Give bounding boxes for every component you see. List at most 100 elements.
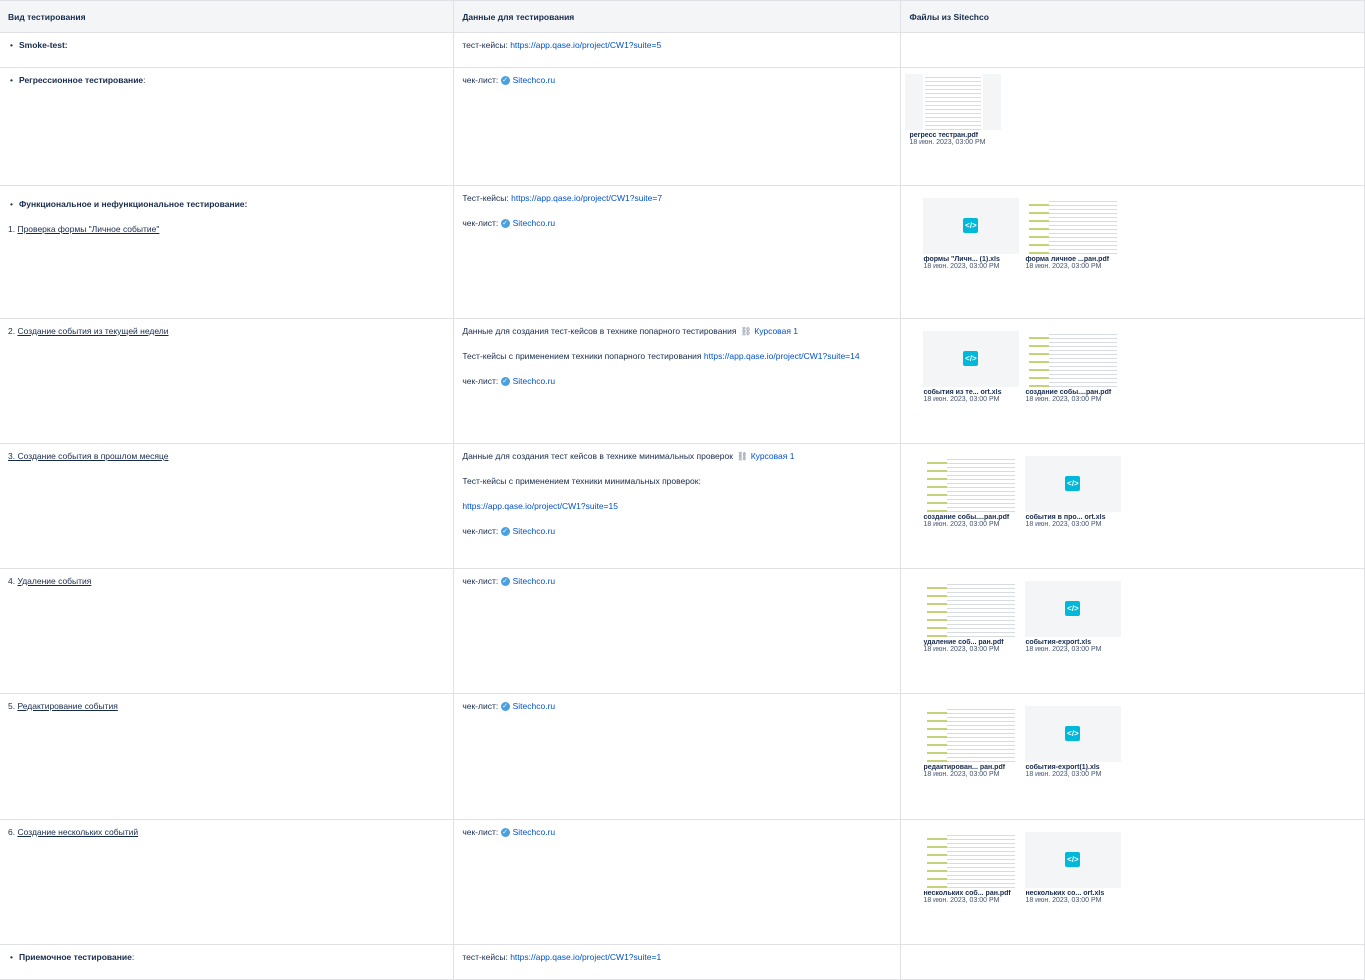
file-card-pdf[interactable]: редактирован... ран.pdf 18 июн. 2023, 03…: [923, 706, 1020, 778]
file-name: события-export.xls: [1025, 639, 1092, 646]
kursovaya-link[interactable]: Курсовая 1: [754, 326, 798, 336]
functional-tc-link[interactable]: https://app.qase.io/project/CW1?suite=7: [511, 193, 662, 203]
edit-item-link[interactable]: Редактирование события: [17, 701, 117, 711]
file-date: 18 июн. 2023, 03:00 PM: [1025, 263, 1102, 270]
table-row-edit: 5. Редактирование события чек-лист: ✓ Sit…: [0, 693, 1365, 820]
pdf-thumbnail: [923, 832, 1020, 888]
sitechco-link[interactable]: Sitechco.ru: [513, 218, 556, 228]
checkmark-badge-icon: ✓: [500, 828, 510, 838]
file-date: 18 июн. 2023, 03:00 PM: [1025, 521, 1102, 528]
table-row-regression: Регрессионное тестирование: чек-лист: ✓S…: [0, 67, 1365, 186]
month-tc-link[interactable]: https://app.qase.io/project/CW1?suite=15: [462, 501, 618, 511]
file-date: 18 июн. 2023, 03:00 PM: [923, 771, 1000, 778]
file-card-pdf[interactable]: нескольких соб... ран.pdf 18 июн. 2023, …: [923, 832, 1020, 904]
acceptance-link[interactable]: https://app.qase.io/project/CW1?suite=1: [510, 952, 661, 962]
code-file-icon: </>: [963, 351, 979, 366]
file-date: 18 июн. 2023, 03:00 PM: [1025, 396, 1102, 403]
checkmark-badge-icon: ✓: [500, 577, 510, 587]
many-item-link[interactable]: Создание нескольких событий: [17, 827, 138, 837]
sitechco-link[interactable]: Sitechco.ru: [513, 75, 556, 85]
week-item-link[interactable]: Создание события из текущей недели: [17, 326, 168, 336]
pdf-thumbnail: [1025, 198, 1122, 254]
file-card-xls[interactable]: </> нескольких со... ort.xls 18 июн. 202…: [1025, 832, 1122, 904]
file-date: 18 июн. 2023, 03:00 PM: [923, 646, 1000, 653]
file-card-xls[interactable]: </> события в про... ort.xls 18 июн. 202…: [1025, 456, 1122, 528]
file-card-xls[interactable]: </> события-export(1).xls 18 июн. 2023, …: [1025, 706, 1122, 778]
table-row-many: 6. Создание нескольких событий чек-лист:…: [0, 819, 1365, 945]
file-name: регресс тестран.pdf: [909, 132, 979, 139]
checkmark-badge-icon: ✓: [500, 76, 510, 86]
pdf-thumbnail: [923, 456, 1020, 512]
file-card-xls[interactable]: </> формы "Личн... (1).xls 18 июн. 2023,…: [923, 198, 1020, 270]
file-date: 18 июн. 2023, 03:00 PM: [923, 396, 1000, 403]
table-row-delete: 4. Удаление события чек-лист: ✓ Sitechco.…: [0, 568, 1365, 694]
functional-item1-link[interactable]: Проверка формы "Личное событие": [17, 224, 159, 234]
checkmark-badge-icon: ✓: [500, 702, 510, 712]
regression-label: Регрессионное тестирование: [18, 75, 144, 85]
code-file-icon: </>: [963, 218, 979, 233]
file-date: 18 июн. 2023, 03:00 PM: [923, 897, 1000, 904]
file-name: создание собы....ран.pdf: [923, 514, 1010, 521]
file-name: удаление соб... ран.pdf: [923, 639, 1004, 646]
file-name: нескольких соб... ран.pdf: [923, 890, 1011, 897]
header-row: Вид тестирования Данные для тестирования…: [0, 0, 1365, 33]
smoke-link[interactable]: https://app.qase.io/project/CW1?suite=5: [510, 40, 661, 50]
file-card-pdf[interactable]: удаление соб... ран.pdf 18 июн. 2023, 03…: [923, 581, 1020, 653]
kursovaya-link[interactable]: Курсовая 1: [751, 451, 795, 461]
header-testing-data: Данные для тестирования: [453, 0, 902, 33]
code-file-icon: </>: [1065, 601, 1081, 616]
header-files: Файлы из Sitechco: [900, 0, 1365, 33]
week-tc-link[interactable]: https://app.qase.io/project/CW1?suite=14: [704, 351, 860, 361]
pdf-thumbnail: [923, 581, 1020, 637]
smoke-prefix: тест-кейсы:: [462, 40, 508, 50]
file-card-pdf[interactable]: создание собы....ран.pdf 18 июн. 2023, 0…: [1025, 331, 1122, 403]
sitechco-link[interactable]: Sitechco.ru: [513, 576, 556, 586]
checkmark-badge-icon: ✓: [500, 527, 510, 537]
file-card-pdf[interactable]: форма личное ...ран.pdf 18 июн. 2023, 03…: [1025, 198, 1122, 270]
file-name: создание собы....ран.pdf: [1025, 389, 1112, 396]
file-name: события-export(1).xls: [1025, 764, 1100, 771]
acceptance-label: Приемочное тестирование: [18, 952, 132, 962]
testing-table: Вид тестирования Данные для тестирования…: [0, 0, 1365, 980]
table-row-smoke: Smoke-test: тест-кейсы: https://app.qase…: [0, 32, 1365, 68]
table-row-week: 2. Создание события из текущей недели Да…: [0, 318, 1365, 444]
link-icon: ⛓: [736, 451, 748, 461]
checkmark-badge-icon: ✓: [500, 377, 510, 387]
file-card-xls[interactable]: </> события-export.xls 18 июн. 2023, 03:…: [1025, 581, 1122, 653]
smoke-label: Smoke-test:: [18, 40, 68, 50]
table-row-month: 3. Создание события в прошлом месяце Дан…: [0, 443, 1365, 569]
file-date: 18 июн. 2023, 03:00 PM: [1025, 771, 1102, 778]
sitechco-link[interactable]: Sitechco.ru: [513, 701, 556, 711]
file-card-regression[interactable]: регресс тестран.pdf 18 июн. 2023, 03:00 …: [905, 74, 1002, 146]
file-name: форма личное ...ран.pdf: [1025, 256, 1110, 263]
delete-item-link[interactable]: Удаление события: [17, 576, 91, 586]
code-file-icon: </>: [1065, 726, 1081, 741]
acceptance-prefix: тест-кейсы:: [462, 952, 508, 962]
checklist-prefix: чек-лист:: [462, 75, 499, 85]
pdf-thumbnail: [923, 706, 1020, 762]
file-date: 18 июн. 2023, 03:00 PM: [1025, 646, 1102, 653]
file-date: 18 июн. 2023, 03:00 PM: [1025, 897, 1102, 904]
functional-label: Функциональное и нефункциональное тестир…: [18, 199, 248, 209]
code-file-icon: </>: [1065, 852, 1081, 867]
file-name: редактирован... ран.pdf: [923, 764, 1006, 771]
sitechco-link[interactable]: Sitechco.ru: [513, 376, 556, 386]
table-row-acceptance: Приемочное тестирование: тест-кейсы: htt…: [0, 944, 1365, 980]
pdf-thumbnail: [905, 74, 1002, 130]
checkmark-badge-icon: ✓: [500, 219, 510, 229]
file-card-pdf[interactable]: создание собы....ран.pdf 18 июн. 2023, 0…: [923, 456, 1020, 528]
link-icon: ⛓: [740, 326, 752, 336]
month-item-link[interactable]: 3. Создание события в прошлом месяце: [8, 451, 169, 461]
table-row-functional: Функциональное и нефункциональное тестир…: [0, 185, 1365, 319]
header-testing-type: Вид тестирования: [0, 0, 455, 33]
pdf-thumbnail: [1025, 331, 1122, 387]
file-date: 18 июн. 2023, 03:00 PM: [909, 139, 986, 146]
file-name: формы "Личн... (1).xls: [923, 256, 1000, 263]
sitechco-link[interactable]: Sitechco.ru: [513, 827, 556, 837]
sitechco-link[interactable]: Sitechco.ru: [513, 526, 556, 536]
file-date: 18 июн. 2023, 03:00 PM: [923, 263, 1000, 270]
file-name: события в про... ort.xls: [1025, 514, 1106, 521]
file-card-xls[interactable]: </> события из те... ort.xls 18 июн. 202…: [923, 331, 1020, 403]
file-name: нескольких со... ort.xls: [1025, 890, 1105, 897]
file-name: события из те... ort.xls: [923, 389, 1002, 396]
